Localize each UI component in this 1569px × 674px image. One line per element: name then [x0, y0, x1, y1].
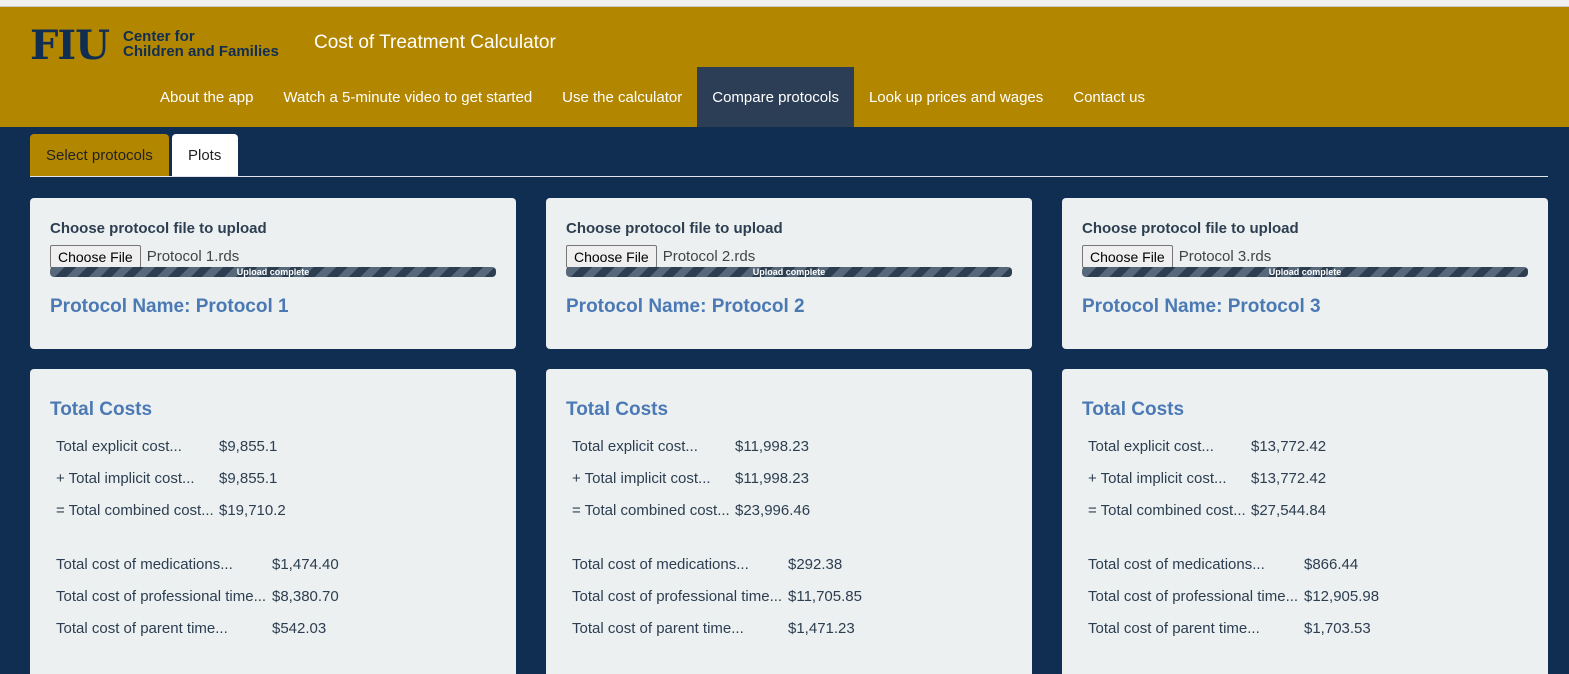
file-name: Protocol 3.rds — [1178, 248, 1272, 265]
parent-cost-label: Total cost of parent time... — [572, 620, 744, 637]
file-input[interactable]: Choose File Protocol 1.rds — [50, 245, 239, 268]
choose-file-button[interactable]: Choose File — [566, 245, 657, 268]
combined-cost-value: $19,710.2 — [219, 502, 286, 519]
professional-cost-value: $12,905.98 — [1304, 588, 1380, 605]
progress-text: Upload complete — [752, 267, 826, 277]
file-input[interactable]: Choose File Protocol 3.rds — [1082, 245, 1271, 268]
implicit-cost-label: + Total implicit cost... — [1088, 470, 1227, 487]
implicit-cost-value: $9,855.1 — [219, 470, 278, 487]
implicit-cost-value: $13,772.42 — [1251, 470, 1327, 487]
explicit-cost-value: $13,772.42 — [1251, 438, 1327, 455]
costs-card-3: Total Costs Total explicit cost... $13,7… — [1062, 369, 1548, 674]
upload-label: Choose protocol file to upload — [1082, 220, 1299, 237]
combined-cost-label: = Total combined cost... — [572, 502, 730, 519]
tab-plots[interactable]: Plots — [172, 134, 238, 176]
progress-text: Upload complete — [1268, 267, 1342, 277]
browser-top-edge — [0, 0, 1569, 7]
professional-cost-label: Total cost of professional time... — [56, 588, 267, 605]
parent-cost-label: Total cost of parent time... — [1088, 620, 1260, 637]
logo-mark: FIU — [30, 22, 110, 69]
combined-cost-label: = Total combined cost... — [56, 502, 214, 519]
combined-cost-value: $23,996.46 — [735, 502, 811, 519]
fiu-logo[interactable]: FIU Center for Children and Families — [30, 22, 290, 69]
costs-card-2: Total Costs Total explicit cost... $11,9… — [546, 369, 1032, 674]
file-name: Protocol 1.rds — [146, 248, 240, 265]
explicit-cost-label: Total explicit cost... — [56, 438, 182, 455]
explicit-cost-label: Total explicit cost... — [572, 438, 698, 455]
logo-line-2: Children and Families — [123, 43, 279, 60]
upload-progress-bar: Upload complete — [566, 267, 1012, 277]
upload-progress-bar: Upload complete — [1082, 267, 1528, 277]
nav-about[interactable]: About the app — [145, 67, 268, 127]
upload-card-1: Choose protocol file to upload Choose Fi… — [30, 198, 516, 349]
implicit-cost-label: + Total implicit cost... — [572, 470, 711, 487]
medications-cost-label: Total cost of medications... — [572, 556, 749, 573]
compare-tabs: Select protocols Plots — [30, 134, 1548, 177]
explicit-cost-value: $11,998.23 — [735, 438, 809, 455]
upload-label: Choose protocol file to upload — [566, 220, 783, 237]
medications-cost-value: $866.44 — [1304, 556, 1359, 573]
medications-cost-label: Total cost of medications... — [1088, 556, 1265, 573]
app-header: FIU Center for Children and Families Cos… — [0, 7, 1569, 127]
file-input[interactable]: Choose File Protocol 2.rds — [566, 245, 755, 268]
protocol-name: Protocol Name: Protocol 1 — [50, 296, 289, 317]
protocol-name: Protocol Name: Protocol 3 — [1082, 296, 1321, 317]
progress-text: Upload complete — [236, 267, 310, 277]
upload-card-3: Choose protocol file to upload Choose Fi… — [1062, 198, 1548, 349]
logo-text: Center for Children and Families — [123, 29, 279, 59]
upload-progress-bar: Upload complete — [50, 267, 496, 277]
nav-calculator[interactable]: Use the calculator — [547, 67, 697, 127]
file-name: Protocol 2.rds — [662, 248, 756, 265]
implicit-cost-value: $11,998.23 — [735, 470, 809, 487]
nav-prices-wages[interactable]: Look up prices and wages — [854, 67, 1058, 127]
tab-select-protocols[interactable]: Select protocols — [30, 134, 169, 176]
professional-cost-label: Total cost of professional time... — [1088, 588, 1299, 605]
professional-cost-value: $8,380.70 — [272, 588, 339, 605]
medications-cost-value: $292.38 — [788, 556, 843, 573]
main-nav: About the app Watch a 5-minute video to … — [145, 67, 1160, 127]
nav-compare-protocols[interactable]: Compare protocols — [697, 67, 854, 127]
combined-cost-value: $27,544.84 — [1251, 502, 1327, 519]
medications-cost-value: $1,474.40 — [272, 556, 339, 573]
parent-cost-value: $1,703.53 — [1304, 620, 1371, 637]
nav-contact[interactable]: Contact us — [1058, 67, 1160, 127]
combined-cost-label: = Total combined cost... — [1088, 502, 1246, 519]
nav-video[interactable]: Watch a 5-minute video to get started — [268, 67, 547, 127]
upload-card-2: Choose protocol file to upload Choose Fi… — [546, 198, 1032, 349]
app-title[interactable]: Cost of Treatment Calculator — [314, 32, 556, 54]
costs-card-1: Total Costs Total explicit cost... $9,85… — [30, 369, 516, 674]
costs-title: Total Costs — [566, 399, 669, 420]
costs-title: Total Costs — [1082, 399, 1185, 420]
protocol-name: Protocol Name: Protocol 2 — [566, 296, 805, 317]
implicit-cost-label: + Total implicit cost... — [56, 470, 195, 487]
choose-file-button[interactable]: Choose File — [1082, 245, 1173, 268]
costs-title: Total Costs — [50, 399, 153, 420]
choose-file-button[interactable]: Choose File — [50, 245, 141, 268]
professional-cost-value: $11,705.85 — [788, 588, 862, 605]
upload-label: Choose protocol file to upload — [50, 220, 267, 237]
parent-cost-value: $1,471.23 — [788, 620, 855, 637]
parent-cost-label: Total cost of parent time... — [56, 620, 228, 637]
explicit-cost-label: Total explicit cost... — [1088, 438, 1214, 455]
medications-cost-label: Total cost of medications... — [56, 556, 233, 573]
parent-cost-value: $542.03 — [272, 620, 327, 637]
explicit-cost-value: $9,855.1 — [219, 438, 278, 455]
logo-line-1: Center for — [123, 28, 195, 45]
professional-cost-label: Total cost of professional time... — [572, 588, 783, 605]
